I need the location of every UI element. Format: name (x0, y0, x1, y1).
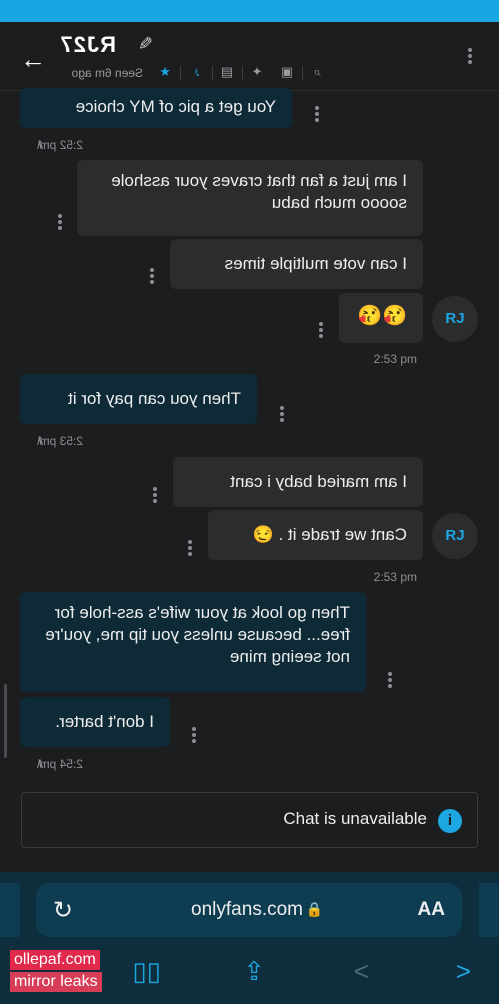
message-options-icon[interactable] (312, 104, 322, 126)
back-arrow-icon[interactable]: ← (19, 44, 47, 74)
read-ticks-icon: //\ (38, 434, 43, 448)
search-icon[interactable]: ⌕ (309, 64, 325, 80)
notes-icon[interactable]: ▤ (219, 64, 235, 80)
message-time: 2:52 pm (39, 138, 83, 152)
message-options-icon[interactable] (147, 266, 157, 288)
message-outgoing: I am just a fan that craves your asshole… (77, 160, 423, 236)
watermark-line-2: mirror leaks (10, 972, 102, 992)
message-text: I can vote multiple times (224, 254, 407, 273)
gallery-icon[interactable]: ▣ (279, 64, 295, 80)
message-outgoing: I am maried baby i cant (173, 457, 423, 507)
read-ticks-icon: //\ (38, 757, 43, 771)
divider (212, 66, 213, 80)
message-text: 😘😘 (357, 305, 407, 327)
info-icon: i (438, 809, 462, 833)
avatar[interactable]: RJ (432, 513, 478, 559)
scrollbar[interactable] (4, 684, 7, 758)
pin-icon[interactable]: ✦ (249, 64, 265, 80)
message-text: Cant we trade it . 😏 (252, 525, 407, 544)
message-outgoing: 😘😘 (339, 293, 423, 343)
divider (180, 66, 181, 80)
message-incoming: Then go look at your wife's ass-hole for… (20, 592, 366, 692)
divider (302, 66, 303, 80)
tab-switcher-left[interactable] (479, 883, 499, 937)
message-options-icon[interactable] (189, 725, 199, 747)
message-options-icon[interactable] (150, 485, 160, 507)
back-icon[interactable]: > (354, 956, 369, 987)
status-bar (0, 0, 499, 22)
message-text: I don't barter. (55, 712, 154, 731)
chat-unavailable-text: Chat is unavailable (283, 809, 427, 828)
message-time: 2:53 pm (373, 352, 417, 366)
message-options-icon[interactable] (385, 670, 395, 692)
message-options-icon[interactable] (316, 320, 326, 342)
message-options-icon[interactable] (55, 212, 65, 234)
message-outgoing: Cant we trade it . 😏 (208, 510, 423, 560)
message-incoming: Then you can pay for it (20, 374, 257, 424)
message-text: I am just a fan that craves your asshole… (111, 171, 407, 212)
message-incoming: I don't barter. (20, 697, 170, 747)
message-options-icon[interactable] (185, 538, 195, 560)
message-text: You get a pic of MY choice (75, 97, 276, 116)
message-time: 2:53 pm (373, 570, 417, 584)
more-options-icon[interactable] (465, 46, 475, 68)
last-seen-text: Seen 6m ago (71, 66, 143, 80)
reload-icon[interactable]: ↻ (53, 896, 73, 925)
mirrored-chat-screen: ← RJ27 ✎ Seen 6m ago ★ ♪ ▤ ✦ ▣ ⌕ You get… (0, 0, 499, 1004)
forward-icon[interactable]: < (456, 956, 471, 987)
contact-name[interactable]: RJ27 (59, 32, 116, 58)
message-time: 2:53 pm (39, 434, 83, 448)
bell-icon[interactable]: ♪ (189, 64, 205, 80)
message-text: Then go look at your wife's ass-hole for… (45, 603, 350, 666)
watermark-line-1: ollepaf.com (10, 950, 100, 970)
message-outgoing: I can vote multiple times (170, 239, 423, 289)
divider (242, 66, 243, 80)
bookmarks-icon[interactable]: ▯▯ (132, 956, 161, 987)
edit-name-icon[interactable]: ✎ (138, 34, 153, 55)
share-icon[interactable]: ⇪ (243, 956, 265, 987)
avatar[interactable]: RJ (432, 296, 478, 342)
read-ticks-icon: //\ (38, 138, 43, 152)
text-size-button[interactable]: AA (418, 899, 445, 921)
message-incoming: You get a pic of MY choice (20, 88, 292, 128)
message-text: Then you can pay for it (68, 389, 241, 408)
message-options-icon[interactable] (277, 404, 287, 426)
url-text[interactable]: onlyfans.com (191, 899, 303, 921)
message-time: 2:54 pm (39, 757, 83, 771)
tab-switcher-right[interactable] (0, 883, 20, 937)
star-icon[interactable]: ★ (157, 64, 173, 80)
lock-icon: 🔒 (305, 901, 323, 917)
message-text: I am maried baby i cant (230, 472, 407, 491)
